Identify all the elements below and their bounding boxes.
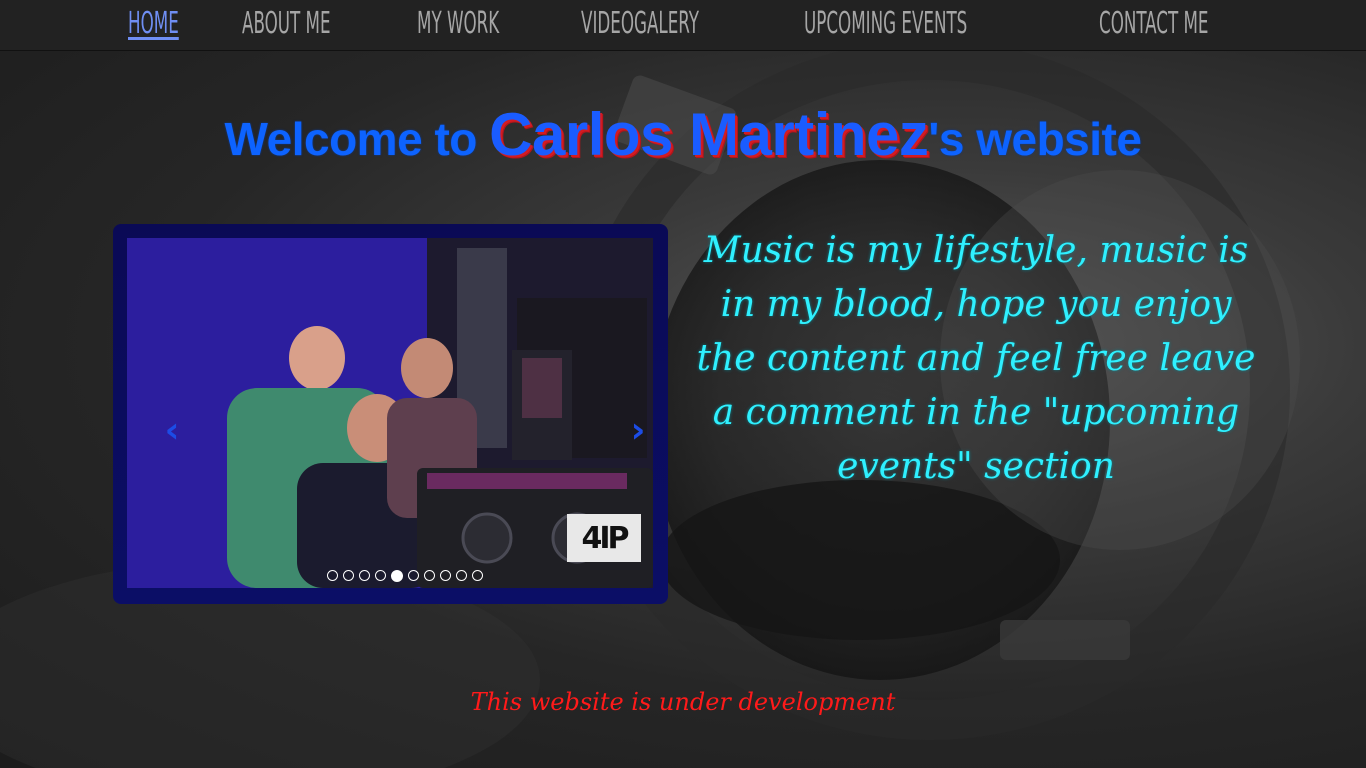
carousel-indicator[interactable] (456, 570, 467, 581)
nav-link-contact-me[interactable]: Contact me (1099, 4, 1208, 44)
nav-item-home: Home (128, 4, 210, 44)
logo-4ip: 4IP (567, 514, 641, 562)
carousel-indicator[interactable] (327, 570, 338, 581)
nav-item-work: My work (417, 4, 550, 44)
image-carousel: ‹ › 4IP (113, 224, 668, 604)
nav-link-upcoming-events[interactable]: Upcoming events (804, 4, 967, 44)
carousel-prev-button[interactable]: ‹ (157, 413, 187, 449)
carousel-next-button[interactable]: › (623, 413, 653, 449)
carousel-slide-image: ‹ › 4IP (127, 238, 653, 588)
nav-link-about-me[interactable]: About me (242, 4, 331, 44)
carousel-indicator[interactable] (343, 570, 354, 581)
page-title: Welcome to Carlos Martinez's website (0, 100, 1366, 169)
top-navbar: Home About me My work Videogalery Upcomi… (0, 0, 1366, 51)
carousel-indicators (327, 570, 483, 582)
nav-item-contact: Contact me (1099, 4, 1276, 44)
carousel-indicator[interactable] (472, 570, 483, 581)
nav-item-events: Upcoming events (804, 4, 1067, 44)
nav-list: Home About me My work Videogalery Upcomi… (128, 4, 1308, 44)
carousel-indicator[interactable] (424, 570, 435, 581)
carousel-indicator[interactable] (408, 570, 419, 581)
chevron-right-icon: › (630, 410, 646, 451)
tagline-text: Music is my lifestyle, music is in my bl… (696, 230, 1256, 487)
logo-text: 4IP (581, 520, 629, 556)
title-name: Carlos Martinez (489, 101, 929, 168)
development-notice: This website is under development (470, 688, 896, 716)
carousel-indicator[interactable] (440, 570, 451, 581)
title-suffix: 's website (928, 113, 1142, 165)
carousel-indicator-active[interactable] (391, 570, 403, 582)
nav-item-about: About me (242, 4, 385, 44)
chevron-left-icon: ‹ (164, 410, 180, 451)
nav-item-video: Videogalery (581, 4, 771, 44)
nav-link-my-work[interactable]: My work (417, 4, 499, 44)
carousel-indicator[interactable] (375, 570, 386, 581)
title-prefix: Welcome to (224, 113, 490, 165)
nav-link-home[interactable]: Home (128, 4, 179, 44)
nav-link-videogalery[interactable]: Videogalery (581, 4, 699, 44)
carousel-indicator[interactable] (359, 570, 370, 581)
